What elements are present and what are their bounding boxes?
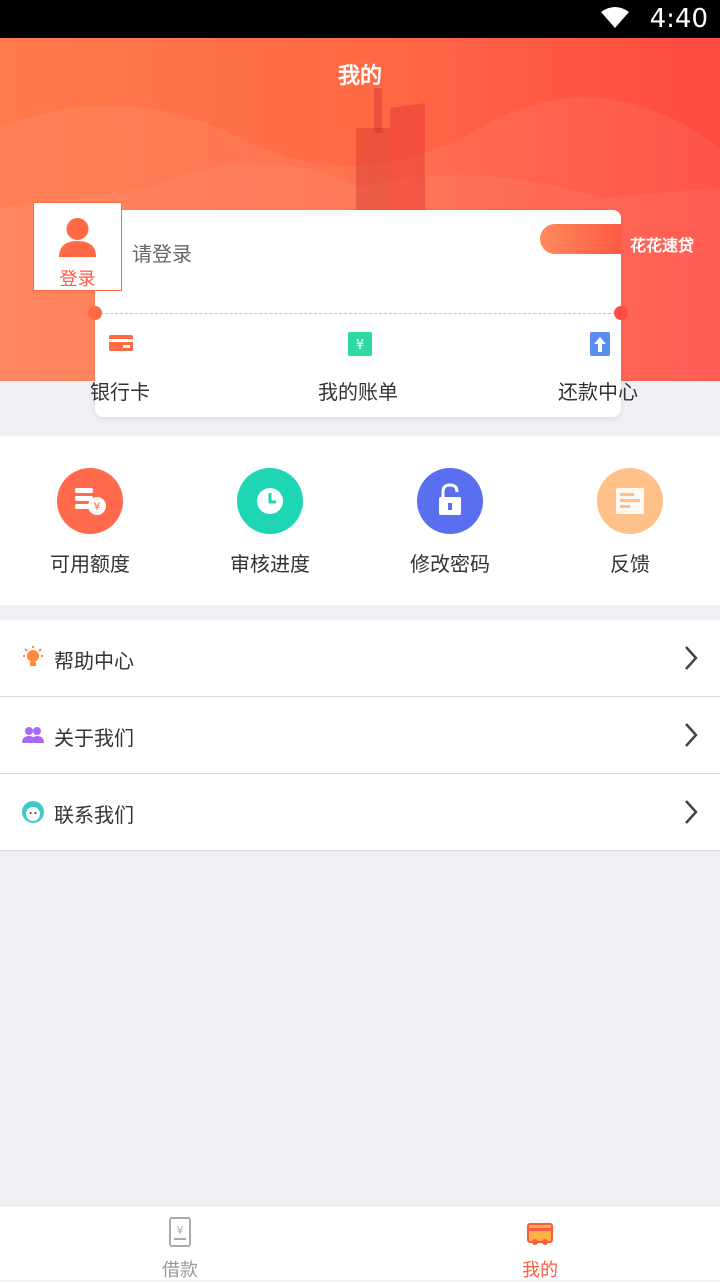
- user-icon: [59, 218, 96, 257]
- chevron-right-icon: [685, 646, 698, 670]
- quick-action-label: 我的账单: [318, 380, 398, 404]
- menu-item-label: 帮助中心: [54, 649, 134, 673]
- menu-item-contact-us[interactable]: 联系我们: [0, 774, 720, 851]
- brand-name: 花花速贷: [630, 236, 695, 255]
- grid-item-review-progress[interactable]: 审核进度: [180, 468, 360, 578]
- grid-label: 修改密码: [410, 552, 490, 576]
- menu-item-about-us[interactable]: 关于我们: [0, 697, 720, 774]
- status-bar: 4:40: [0, 0, 720, 38]
- tab-label: 我的: [522, 1260, 558, 1281]
- feature-grid: ¥ 可用额度 审核进度 修改密码 反馈: [0, 436, 720, 605]
- grid-label: 可用额度: [50, 552, 130, 576]
- svg-text:¥: ¥: [94, 500, 101, 513]
- card-notch-right: [614, 306, 628, 320]
- brand-pill: [540, 224, 621, 254]
- page-title: 我的: [337, 64, 382, 89]
- quick-action-bill[interactable]: ¥ 我的账单: [318, 330, 478, 410]
- bottom-tab-bar: ¥ 借款 我的: [0, 1205, 720, 1281]
- quick-action-repay[interactable]: 还款中心: [558, 330, 718, 410]
- menu-item-label: 关于我们: [54, 726, 134, 750]
- lock-icon: [417, 468, 483, 534]
- svg-text:¥: ¥: [356, 338, 364, 353]
- tab-label: 借款: [162, 1260, 198, 1281]
- grid-item-change-password[interactable]: 修改密码: [360, 468, 540, 578]
- login-avatar-button[interactable]: 登录: [33, 202, 122, 291]
- bill-icon: ¥: [348, 332, 372, 356]
- menu-item-help-center[interactable]: 帮助中心: [0, 620, 720, 697]
- tab-loan[interactable]: ¥ 借款: [0, 1206, 360, 1281]
- avatar-login-label: 登录: [59, 269, 96, 290]
- wifi-icon: [601, 7, 629, 28]
- grid-item-feedback[interactable]: 反馈: [540, 468, 720, 578]
- clock-icon: [237, 468, 303, 534]
- bank-card-icon: [109, 335, 133, 351]
- chevron-right-icon: [685, 800, 698, 824]
- menu-item-label: 联系我们: [54, 803, 134, 827]
- status-time: 4:40: [649, 4, 708, 34]
- menu-list: 帮助中心 关于我们 联系我们: [0, 620, 720, 851]
- chevron-right-icon: [685, 723, 698, 747]
- users-icon: [22, 727, 44, 743]
- quick-action-label: 银行卡: [90, 380, 150, 404]
- coins-icon: ¥: [57, 468, 123, 534]
- tab-mine[interactable]: 我的: [360, 1206, 720, 1281]
- wallet-icon: [527, 1223, 553, 1245]
- svg-text:¥: ¥: [177, 1224, 184, 1237]
- card-divider: [95, 313, 621, 314]
- login-prompt[interactable]: 请登录: [132, 238, 192, 267]
- lightbulb-icon: [23, 646, 43, 666]
- feedback-icon: [597, 468, 663, 534]
- grid-label: 审核进度: [230, 552, 310, 576]
- card-notch-left: [88, 306, 102, 320]
- grid-item-available-credit[interactable]: ¥ 可用额度: [0, 468, 180, 578]
- quick-action-bank-card[interactable]: 银行卡: [90, 330, 250, 410]
- quick-action-label: 还款中心: [558, 380, 638, 404]
- service-icon: [22, 801, 44, 823]
- loan-icon: ¥: [169, 1217, 191, 1247]
- repay-icon: [590, 332, 610, 356]
- grid-label: 反馈: [610, 552, 650, 576]
